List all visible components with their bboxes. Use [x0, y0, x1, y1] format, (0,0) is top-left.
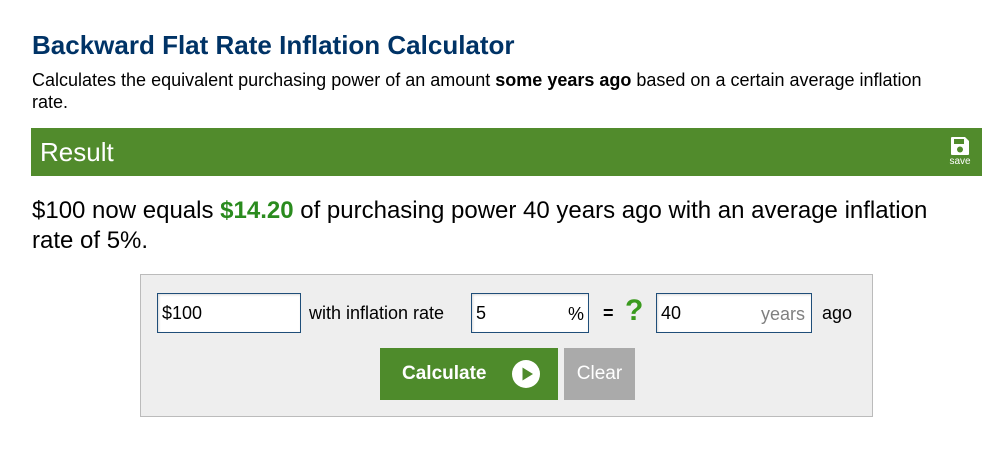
- result-value: $14.20: [220, 197, 294, 224]
- years-unit-label: years: [760, 304, 805, 324]
- years-field-box: years: [656, 293, 812, 333]
- inflation-rate-label: with inflation rate: [309, 303, 445, 323]
- years-input[interactable]: [657, 295, 747, 331]
- calculator-form-panel: with inflation rate % = ? years ago Calc…: [140, 274, 873, 417]
- result-title: Result: [40, 137, 114, 167]
- result-header-bar: Result save: [31, 128, 982, 176]
- ago-label: ago: [822, 303, 853, 323]
- result-text-before: $100 now equals: [32, 197, 221, 224]
- floppy-disk-icon: [951, 137, 969, 155]
- play-circle-icon: [512, 360, 540, 388]
- page-description: Calculates the equivalent purchasing pow…: [32, 69, 932, 113]
- page-title: Backward Flat Rate Inflation Calculator: [32, 30, 515, 60]
- amount-input[interactable]: [158, 295, 298, 331]
- percent-unit-label: %: [567, 304, 584, 324]
- clear-button[interactable]: Clear: [564, 348, 635, 400]
- save-label: save: [949, 156, 971, 167]
- calculator-page: Backward Flat Rate Inflation Calculator …: [0, 0, 1000, 454]
- description-text-1: Calculates the equivalent purchasing pow…: [32, 70, 496, 90]
- calculate-label: Calculate: [402, 363, 487, 384]
- equals-sign: =: [603, 303, 614, 323]
- amount-field-box: [157, 293, 301, 333]
- result-statement: $100 now equals $14.20 of purchasing pow…: [32, 196, 952, 256]
- calculate-button[interactable]: Calculate: [380, 348, 558, 400]
- rate-field-box: %: [471, 293, 589, 333]
- question-mark-icon: ?: [625, 294, 644, 327]
- save-button[interactable]: save: [946, 136, 974, 170]
- description-emphasis: some years ago: [495, 70, 632, 90]
- inflation-rate-input[interactable]: [472, 295, 562, 331]
